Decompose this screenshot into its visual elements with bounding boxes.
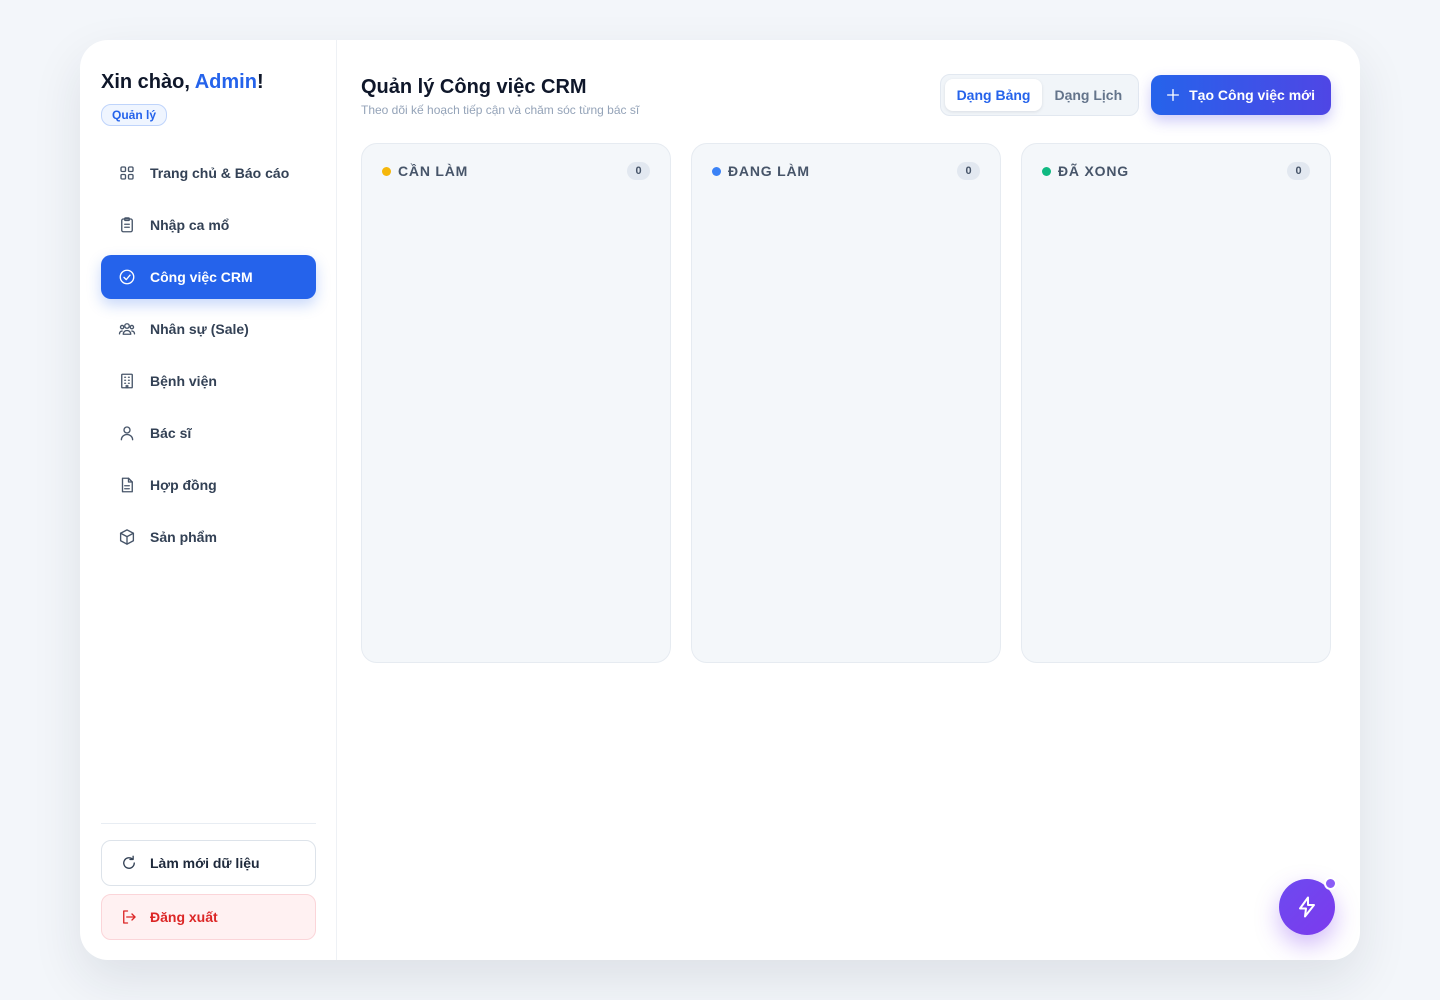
users-icon [118,320,136,338]
column-header: ĐANG LÀM 0 [712,162,980,180]
column-title-text: ĐÃ XONG [1058,163,1129,179]
check-circle-icon [118,268,136,286]
view-calendar-tab[interactable]: Dạng Lịch [1042,79,1134,111]
building-icon [118,372,136,390]
sidebar-nav: Trang chủ & Báo cáo Nhập ca mổ Công việc… [101,151,316,559]
box-icon [118,528,136,546]
sidebar-item-contracts[interactable]: Hợp đồng [101,463,316,507]
logout-icon [120,908,138,926]
greeting-suffix: ! [256,71,264,93]
column-title: ĐÃ XONG [1042,163,1129,179]
document-icon [118,476,136,494]
column-title: CẦN LÀM [382,163,468,179]
status-dot [382,166,391,176]
page-title: Quản lý Công việc CRM [361,76,587,98]
topbar: Quản lý Công việc CRM Theo dõi kế hoạch … [361,74,1331,117]
status-dot [712,166,721,176]
page-subtitle: Theo dõi kế hoạch tiếp cận và chăm sóc t… [361,103,640,117]
refresh-data-button[interactable]: Làm mới dữ liệu [101,840,316,886]
refresh-icon [120,854,138,872]
create-task-button[interactable]: Tạo Công việc mới [1151,75,1331,115]
page-heading: Quản lý Công việc CRM Theo dõi kế hoạch … [361,74,639,117]
column-header: CẦN LÀM 0 [382,162,650,180]
quick-action-button[interactable] [1279,877,1337,935]
role-badge: Quản lý [101,104,168,126]
sidebar-item-products[interactable]: Sản phẩm [101,515,316,559]
sidebar-item-crm-tasks[interactable]: Công việc CRM [101,255,316,299]
user-name: Admin [194,71,257,93]
sidebar-item-label: Bệnh viện [150,373,217,389]
clipboard-icon [118,216,136,234]
logout-button[interactable]: Đăng xuất [101,894,316,940]
grid-icon [118,164,136,182]
column-count-badge: 0 [627,162,650,180]
sidebar-item-label: Bác sĩ [150,425,192,441]
sidebar-item-label: Nhân sự (Sale) [150,321,249,337]
notification-dot [1324,877,1337,890]
sidebar-item-doctors[interactable]: Bác sĩ [101,411,316,455]
sidebar-item-label: Công việc CRM [150,269,253,285]
refresh-label: Làm mới dữ liệu [150,855,260,871]
sidebar-footer: Làm mới dữ liệu Đăng xuất [101,823,316,940]
greeting: Xin chào, Admin! [101,71,316,94]
column-count-badge: 0 [1287,162,1310,180]
sidebar-item-dashboard[interactable]: Trang chủ & Báo cáo [101,151,316,195]
greeting-prefix: Xin chào, [101,71,195,93]
column-count-badge: 0 [957,162,980,180]
sidebar: Xin chào, Admin! Quản lý Trang chủ & Báo… [80,40,337,960]
sidebar-item-label: Hợp đồng [150,477,217,493]
sidebar-item-label: Sản phẩm [150,529,217,545]
column-header: ĐÃ XONG 0 [1042,162,1310,180]
plus-icon [1167,89,1180,101]
user-icon [118,424,136,442]
kanban-column-todo[interactable]: CẦN LÀM 0 [361,143,671,663]
main-content: Quản lý Công việc CRM Theo dõi kế hoạch … [337,40,1360,960]
header-actions: Dạng Bảng Dạng Lịch Tạo Công việc mới [939,74,1331,116]
create-task-label: Tạo Công việc mới [1189,87,1315,103]
sidebar-item-label: Nhập ca mổ [150,217,230,233]
sidebar-item-hospitals[interactable]: Bệnh viện [101,359,316,403]
sidebar-item-sales-staff[interactable]: Nhân sự (Sale) [101,307,316,351]
sidebar-item-surgery-input[interactable]: Nhập ca mổ [101,203,316,247]
kanban-column-in-progress[interactable]: ĐANG LÀM 0 [691,143,1001,663]
view-board-tab[interactable]: Dạng Bảng [944,79,1043,111]
column-title-text: CẦN LÀM [398,163,469,179]
kanban-board: CẦN LÀM 0 ĐANG LÀM 0 ĐÃ XONG 0 [361,143,1331,663]
logout-label: Đăng xuất [150,909,218,925]
status-dot [1042,166,1051,176]
column-title-text: ĐANG LÀM [728,163,810,179]
sidebar-item-label: Trang chủ & Báo cáo [150,165,290,181]
app-window: Xin chào, Admin! Quản lý Trang chủ & Báo… [80,40,1360,960]
view-toggle: Dạng Bảng Dạng Lịch [939,74,1140,116]
column-title: ĐANG LÀM [712,163,810,179]
lightning-icon [1299,896,1315,918]
kanban-column-done[interactable]: ĐÃ XONG 0 [1021,143,1331,663]
